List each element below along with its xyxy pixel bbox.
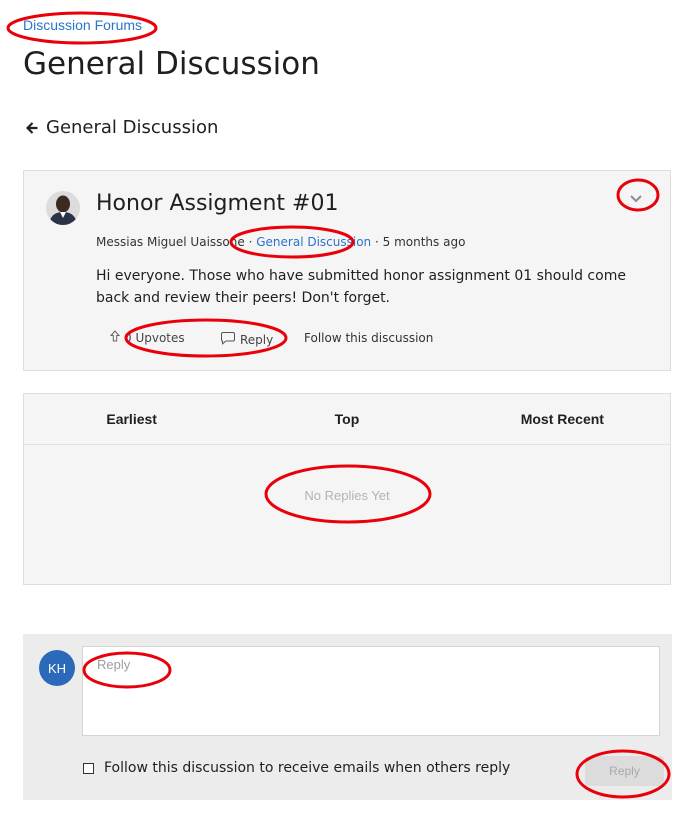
no-replies-message: No Replies Yet: [304, 488, 390, 503]
follow-discussion-link[interactable]: Follow this discussion: [304, 331, 433, 345]
sort-tab-earliest[interactable]: Earliest: [24, 411, 239, 427]
arrow-left-icon: [26, 121, 38, 134]
post-body: Hi everyone. Those who have submitted ho…: [96, 268, 626, 306]
follow-label: Follow this discussion: [304, 330, 434, 345]
post-forum-link[interactable]: General Discussion: [256, 235, 371, 249]
back-to-forum-link[interactable]: General Discussion: [26, 117, 218, 138]
chevron-down-icon: [630, 190, 642, 208]
reply-button[interactable]: Reply: [220, 331, 304, 348]
post-timestamp: 5 months ago: [382, 235, 466, 249]
thread-post-card: Honor Assigment #01 Messias Miguel Uaiss…: [23, 170, 671, 371]
upvote-count: 0 Upvotes: [124, 330, 185, 345]
author-avatar: [46, 191, 80, 225]
meta-separator: ·: [248, 235, 253, 249]
breadcrumb-discussion-forums[interactable]: Discussion Forums: [23, 17, 142, 33]
replies-panel: Earliest Top Most Recent No Replies Yet: [23, 393, 671, 585]
page-title: General Discussion: [23, 46, 320, 82]
back-link-label: General Discussion: [46, 117, 219, 138]
post-title: Honor Assigment #01: [96, 191, 339, 216]
upvote-button[interactable]: 0 Upvotes: [109, 330, 220, 345]
user-initials: KH: [47, 660, 67, 676]
submit-reply-button[interactable]: Reply: [585, 756, 664, 786]
sort-tabs: Earliest Top Most Recent: [24, 394, 670, 445]
user-avatar: KH: [39, 650, 75, 686]
speech-bubble-icon: [220, 331, 236, 348]
sort-tab-most-recent[interactable]: Most Recent: [455, 411, 670, 427]
post-actions: 0 Upvotes Reply Follow this discussion: [109, 327, 433, 348]
follow-email-checkbox[interactable]: Follow this discussion to receive emails…: [83, 760, 510, 776]
arrow-up-icon: [109, 330, 121, 345]
reply-composer: KH Follow this discussion to receive ema…: [23, 634, 672, 800]
checkbox-box[interactable]: [83, 762, 94, 774]
reply-label: Reply: [240, 332, 274, 347]
follow-email-label: Follow this discussion to receive emails…: [104, 760, 511, 776]
post-author[interactable]: Messias Miguel Uaissone: [96, 235, 245, 249]
post-meta: Messias Miguel Uaissone · General Discus…: [96, 235, 465, 249]
post-options-button[interactable]: [624, 187, 648, 211]
sort-tab-top[interactable]: Top: [239, 411, 454, 427]
meta-separator: ·: [374, 235, 379, 249]
reply-input[interactable]: [82, 646, 660, 736]
